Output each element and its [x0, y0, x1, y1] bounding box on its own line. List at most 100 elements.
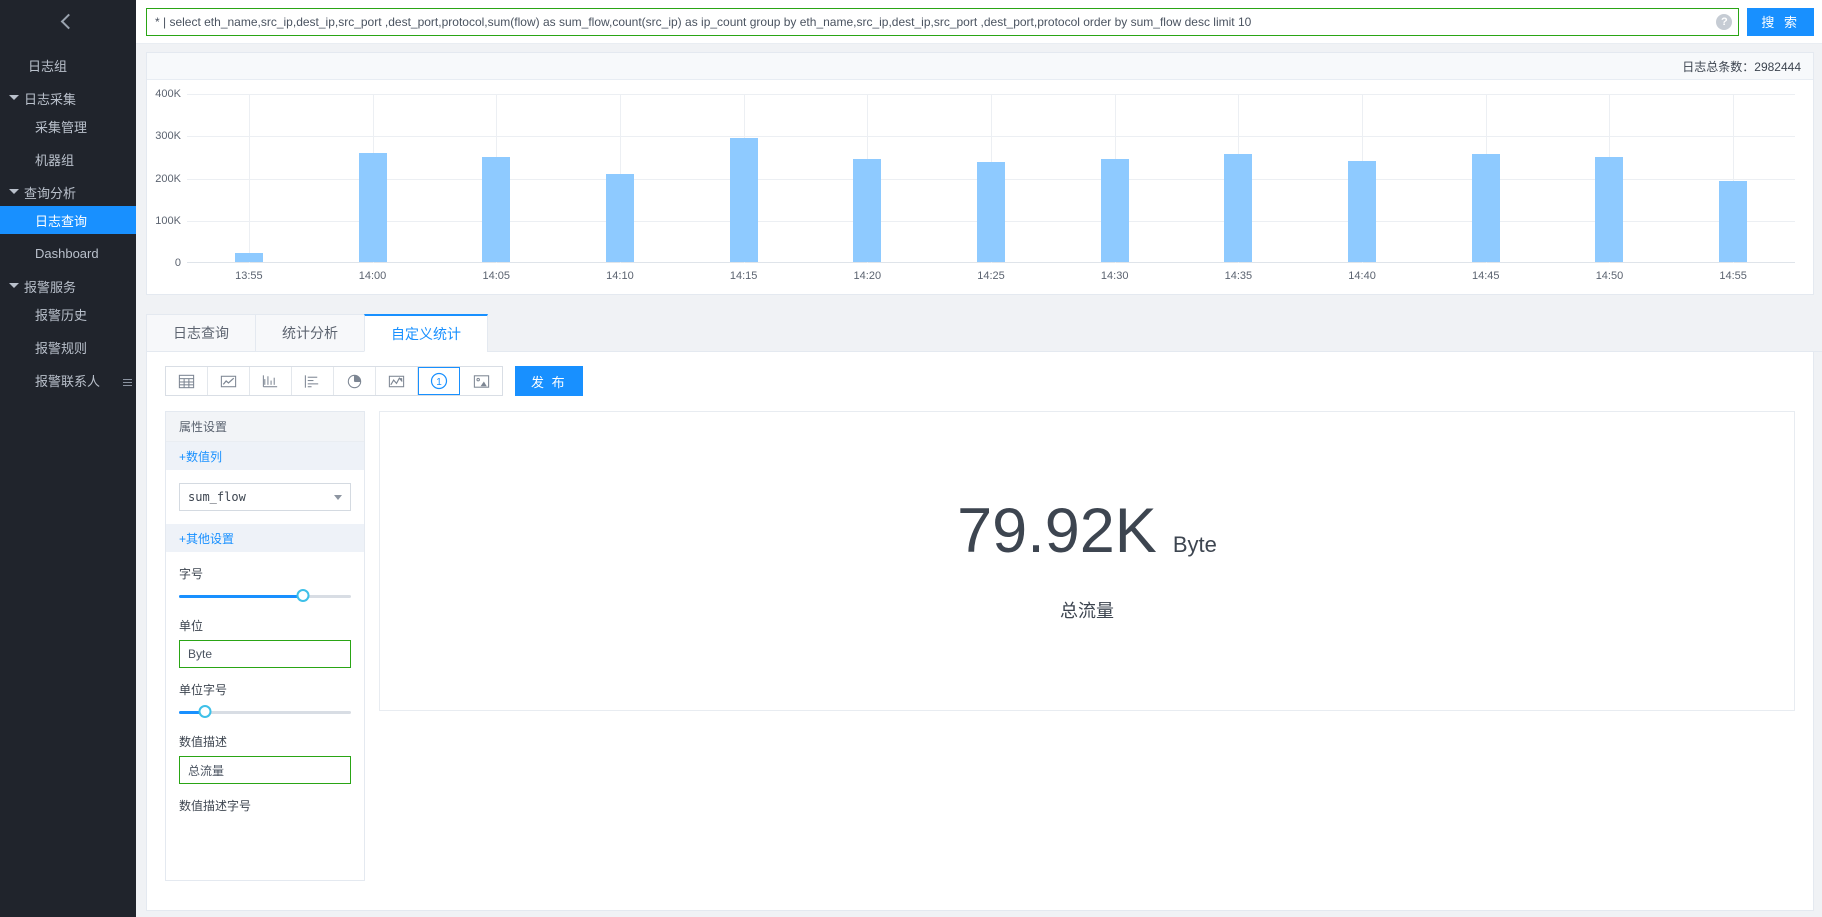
chart-type-toolbar: 1 发 布	[147, 366, 1813, 396]
svg-text:1: 1	[436, 377, 442, 388]
chevron-left-icon	[60, 13, 76, 29]
drag-handle-icon	[122, 377, 132, 388]
sidebar-item-6[interactable]: 日志查询	[0, 206, 136, 234]
sidebar-item-label: 报警历史	[35, 307, 88, 323]
y-axis-tick: 300K	[155, 130, 181, 143]
histogram-bar[interactable]	[1348, 160, 1377, 262]
bar-chart-icon[interactable]	[292, 367, 334, 395]
sidebar-item-5[interactable]: 查询分析	[0, 178, 136, 206]
properties-panel-title: 属性设置	[166, 412, 364, 442]
publish-button[interactable]: 发 布	[515, 366, 583, 396]
sidebar-item-1[interactable]: 日志组	[0, 51, 136, 79]
tab-1[interactable]: 日志查询	[146, 314, 256, 352]
sidebar-item-label: 日志查询	[35, 213, 88, 229]
section-other-settings[interactable]: +其他设置	[166, 524, 364, 552]
y-axis-tick: 100K	[155, 214, 181, 227]
histogram-bar[interactable]	[482, 156, 511, 262]
value-desc-input[interactable]	[179, 756, 351, 784]
y-axis-tick: 200K	[155, 172, 181, 185]
sidebar-item-label: 报警服务	[24, 279, 77, 295]
sidebar-item-label: 查询分析	[24, 185, 77, 201]
x-axis-tick: 14:05	[482, 270, 510, 282]
sidebar-item-11[interactable]: 报警联系人	[0, 366, 136, 394]
map-chart-icon[interactable]	[460, 367, 502, 395]
x-axis-tick: 14:30	[1100, 270, 1129, 282]
histogram-bar[interactable]	[977, 161, 1005, 262]
histogram-plot: 0 100K 200K 300K 400K 13:55 14:00 14:05 14:10 14:…	[155, 88, 1795, 282]
tab-bar-filler	[487, 314, 1814, 352]
sidebar-item-label: 日志采集	[24, 91, 77, 107]
slider-knob[interactable]	[296, 589, 310, 602]
gridline-vertical	[248, 94, 250, 263]
x-axis-tick: 14:15	[729, 270, 758, 282]
histogram-bar[interactable]	[605, 174, 634, 262]
slider-fill	[179, 595, 303, 598]
histogram-bar[interactable]	[358, 153, 387, 262]
sidebar-item-9[interactable]: 报警历史	[0, 300, 136, 328]
sidebar-item-8[interactable]: 报警服务	[0, 272, 136, 300]
search-input[interactable]	[155, 14, 1713, 29]
properties-panel: 属性设置 +数值列 sum_flow +其他设置 字号 单位 Byte 单位字号…	[165, 411, 365, 881]
tab-2[interactable]: 统计分析	[255, 314, 365, 352]
sidebar-item-label: 日志组	[28, 58, 68, 74]
tab-3[interactable]: 自定义统计	[364, 314, 488, 352]
font-size-field: 字号	[166, 552, 364, 604]
sidebar: 日志组日志采集采集管理机器组查询分析日志查询 Dashboard 报警服务报警历史报…	[0, 0, 136, 917]
sidebar-item-3[interactable]: 采集管理	[0, 112, 136, 140]
x-axis-tick: 14:40	[1348, 270, 1376, 282]
question-circle-icon[interactable]: ?	[1716, 13, 1733, 30]
value-desc-font-label: 数值描述字号	[179, 799, 252, 813]
sidebar-item-label: Dashboard	[35, 245, 99, 261]
slider-knob[interactable]	[198, 705, 212, 718]
numeric-column-select[interactable]: sum_flow	[179, 483, 351, 511]
sidebar-item-10[interactable]: 报警规则	[0, 333, 136, 361]
search-button[interactable]: 搜 索	[1747, 7, 1814, 36]
histogram-bar[interactable]	[1595, 157, 1624, 262]
chart-builder: 属性设置 +数值列 sum_flow +其他设置 字号 单位 Byte 单位字号…	[147, 396, 1813, 881]
histogram-bar[interactable]	[729, 138, 758, 262]
histogram-bar[interactable]	[1471, 153, 1500, 262]
histogram-bar[interactable]	[234, 252, 263, 262]
query-input-wrapper[interactable]: ?	[146, 7, 1740, 36]
unit-input[interactable]	[179, 640, 351, 668]
font-size-slider[interactable]	[179, 588, 351, 604]
y-axis-tick: 400K	[155, 88, 181, 100]
unit-font-size-field: 单位字号	[166, 668, 364, 720]
histogram-header: 日志总条数：2982444	[147, 53, 1813, 80]
histogram-bar[interactable]	[853, 159, 882, 262]
x-axis-tick: 14:50	[1595, 270, 1624, 282]
table-icon[interactable]	[166, 367, 208, 395]
numeric-column-value: sum_flow	[188, 490, 246, 504]
histogram-bar[interactable]	[1224, 154, 1253, 262]
caret-down-icon	[9, 283, 19, 288]
main-area: ? 搜 索 日志总条数：2982444 0 100K 200K 300K 400K 13:…	[136, 0, 1822, 917]
pie-chart-icon[interactable]	[334, 367, 376, 395]
line-chart-icon[interactable]	[208, 367, 250, 395]
sidebar-collapse-button[interactable]	[0, 0, 136, 42]
chevron-down-icon	[334, 495, 342, 500]
single-value-icon[interactable]: 1	[418, 367, 460, 395]
area-chart-icon[interactable]	[376, 367, 418, 395]
unit-font-size-slider[interactable]	[179, 704, 351, 720]
sidebar-item-7[interactable]: Dashboard	[0, 239, 136, 267]
caret-down-icon	[9, 189, 19, 194]
kpi-row: 79.92K Byte	[957, 499, 1217, 563]
column-chart-icon[interactable]	[250, 367, 292, 395]
y-axis-tick: 0	[174, 257, 181, 269]
histogram-card: 日志总条数：2982444 0 100K 200K 300K 400K 13:55 14:0…	[146, 52, 1814, 295]
x-axis-tick: 14:20	[853, 270, 882, 282]
numeric-column-field: sum_flow	[166, 470, 364, 511]
histogram-bar[interactable]	[1100, 158, 1129, 262]
sidebar-item-2[interactable]: 日志采集	[0, 84, 136, 112]
section-numeric-column[interactable]: +数值列	[166, 442, 364, 470]
sidebar-drag-handle[interactable]	[118, 358, 136, 406]
x-axis-tick: 14:55	[1719, 270, 1747, 282]
histogram-body: 0 100K 200K 300K 400K 13:55 14:00 14:05 14:10 14:…	[147, 80, 1813, 295]
sidebar-item-4[interactable]: 机器组	[0, 145, 136, 173]
font-size-label: 字号	[179, 567, 204, 581]
x-axis-tick: 13:55	[235, 270, 263, 282]
unit-field: 单位	[166, 604, 364, 668]
histogram-bar[interactable]	[1719, 181, 1748, 262]
